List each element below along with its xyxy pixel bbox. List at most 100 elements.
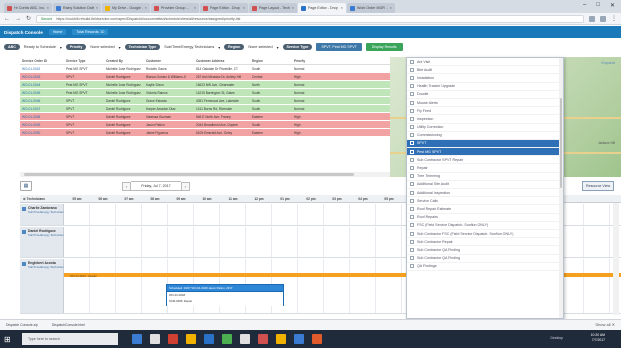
checkbox[interactable]	[410, 264, 414, 269]
table-cell[interactable]: WO-01-0049	[20, 121, 64, 128]
column-header[interactable]: Service Order ID	[20, 57, 64, 64]
checkbox[interactable]	[410, 108, 414, 113]
back-icon[interactable]: ←	[4, 16, 10, 22]
technician-cell[interactable]: Charlie Zambrano Sub/Time/Energy Technic…	[20, 204, 64, 225]
close-tab-icon[interactable]: ×	[194, 3, 196, 13]
scrollbar-thumb[interactable]	[560, 98, 562, 188]
close-tab-icon[interactable]: ×	[47, 3, 49, 13]
taskbar-app-icon[interactable]	[294, 334, 304, 344]
scrollbar-thumb[interactable]	[24, 173, 354, 176]
region-filter[interactable]: None selected	[248, 45, 272, 49]
taskbar-app-icon[interactable]	[312, 334, 322, 344]
close-tab-icon[interactable]: ×	[96, 3, 98, 13]
technician-cell[interactable]: Englebert Acosta Sub/Time/Energy Technic…	[20, 259, 64, 313]
extension-icon[interactable]	[600, 15, 606, 22]
checkbox[interactable]	[410, 133, 414, 138]
checkbox[interactable]	[410, 75, 414, 80]
checkbox[interactable]	[410, 247, 414, 252]
table-scrollbar[interactable]	[20, 172, 390, 177]
dropdown-option[interactable]: Doodle	[407, 91, 563, 99]
schedule-date[interactable]: Friday, Jul 7, 2017	[131, 181, 181, 191]
download-item[interactable]: DispatchConsole.html	[52, 323, 85, 327]
table-cell[interactable]: WO-01-0045	[20, 89, 64, 96]
dropdown-option[interactable]: Utility Correction	[407, 124, 563, 132]
schedule-scrollbar[interactable]	[613, 203, 619, 315]
dropdown-option[interactable]: Sub Contractor QA Finding	[407, 246, 563, 255]
taskbar-app-icon[interactable]	[150, 334, 160, 344]
menu-icon[interactable]: ⋮	[611, 15, 617, 22]
system-clock[interactable]: 10:20 AM 7/7/2017	[591, 333, 605, 343]
table-cell[interactable]: WO-01-0043	[20, 73, 64, 80]
dropdown-option[interactable]: SPVT	[407, 139, 563, 149]
dropdown-option[interactable]: Fly Feed	[407, 107, 563, 116]
dropdown-option[interactable]: Bite Audit	[407, 66, 563, 75]
taskbar-app-icon[interactable]	[186, 334, 196, 344]
table-cell[interactable]: WO-01-0048	[20, 113, 64, 120]
checkbox[interactable]	[410, 174, 414, 179]
windows-start-icon[interactable]: ⊞	[4, 335, 16, 344]
taskbar-app-icon[interactable]	[204, 334, 214, 344]
table-cell[interactable]: WO-01-0042	[20, 65, 64, 72]
checkbox[interactable]	[410, 149, 414, 154]
dropdown-option[interactable]: Mouse Alerts	[407, 99, 563, 108]
reload-icon[interactable]: ↻	[26, 15, 31, 22]
column-header[interactable]: Priority	[292, 57, 342, 64]
dropdown-option[interactable]: Sub Contractor SPVT Repair	[407, 156, 563, 165]
dropdown-option[interactable]: Commissioning	[407, 132, 563, 140]
dropdown-option[interactable]: Repair	[407, 164, 563, 173]
browser-tab[interactable]: Work Order MGR ... ×	[347, 3, 395, 13]
show-all-downloads[interactable]: Show all ✕	[595, 322, 615, 327]
taskbar-app-icon[interactable]	[276, 334, 286, 344]
dropdown-option[interactable]: Tree Trimming	[407, 173, 563, 181]
checkbox[interactable]	[410, 239, 414, 244]
table-row[interactable]: WO-01-0050 SPVT Daniel Rodriguez Jaime Figu…	[20, 129, 390, 137]
table-row[interactable]: WO-01-0044 Pest MG SPVT Michelle Jose Rodr…	[20, 81, 390, 89]
close-tab-icon[interactable]: ×	[243, 3, 245, 13]
table-cell[interactable]: WO-01-0050	[20, 129, 64, 136]
column-header[interactable]: Service Type	[64, 57, 104, 64]
dropdown-option[interactable]: Pest MG SPVT	[407, 148, 563, 157]
checkbox[interactable]	[410, 231, 414, 236]
extension-icon[interactable]	[589, 15, 595, 22]
column-header[interactable]: Customer	[144, 57, 194, 64]
download-item[interactable]: Dispatch Console.zip	[6, 323, 38, 327]
dropdown-scrollbar[interactable]	[559, 58, 563, 318]
dropdown-option[interactable]: Additional Site Audit	[407, 181, 563, 189]
close-tab-icon[interactable]: ×	[145, 3, 147, 13]
checkbox[interactable]	[410, 206, 414, 211]
calendar-icon[interactable]: ▦	[20, 181, 32, 191]
checkbox[interactable]	[410, 84, 414, 89]
checkbox[interactable]	[410, 125, 414, 130]
checkbox[interactable]	[410, 92, 414, 97]
table-row[interactable]: WO-01-0045 Pest MG SPVT Michelle Jose Rodr…	[20, 89, 390, 97]
checkbox[interactable]	[410, 166, 414, 171]
table-row[interactable]: WO-01-0042 Pest MG SPVT Michelle Jose Rodr…	[20, 65, 390, 73]
checkbox[interactable]	[410, 256, 414, 261]
browser-tab[interactable]: Page Editor - Drop ... ×	[200, 3, 248, 13]
checkbox[interactable]	[410, 215, 414, 220]
table-row[interactable]: WO-01-0049 SPVT Daniel Rodriguez Jason Patt…	[20, 121, 390, 129]
app-tab-records[interactable]: Total Records: 10	[72, 29, 109, 35]
dropdown-option[interactable]: Installation	[407, 74, 563, 83]
chevron-down-icon[interactable]: ▾	[119, 45, 121, 50]
checkbox[interactable]	[410, 67, 414, 72]
column-header[interactable]: Created By	[104, 57, 144, 64]
service-type-select[interactable]: SPVT, Pest MG SPVT	[316, 43, 362, 51]
dropdown-option[interactable]: Sub Contractor Repair	[407, 238, 563, 247]
resource-view-button[interactable]: Resource View	[582, 181, 615, 191]
next-day-button[interactable]: ›	[180, 181, 190, 191]
tray-desktop-label[interactable]: Desktop	[551, 336, 563, 340]
browser-tab[interactable]: My Drive - Google ... ×	[102, 3, 150, 13]
url-field[interactable]: Secure https://rockhill.rebuild-fieldserv…	[36, 14, 584, 23]
priority-filter[interactable]: None selected	[90, 45, 114, 49]
chevron-down-icon[interactable]: ▾	[218, 45, 220, 50]
prev-day-button[interactable]: ‹	[122, 181, 132, 191]
dropdown-option[interactable]: Sub Contractor FSC (Field Service Dispat…	[407, 230, 563, 239]
map-expand-link[interactable]: Expand	[601, 60, 615, 65]
close-tab-icon[interactable]: ×	[292, 3, 294, 13]
close-icon[interactable]: ✕	[610, 2, 615, 9]
checkbox[interactable]	[410, 100, 414, 105]
dropdown-option[interactable]: Additional Inspection	[407, 189, 563, 198]
taskbar-app-icon[interactable]	[240, 334, 250, 344]
browser-tab[interactable]: Page Editor - Drop ... ×	[298, 3, 346, 13]
